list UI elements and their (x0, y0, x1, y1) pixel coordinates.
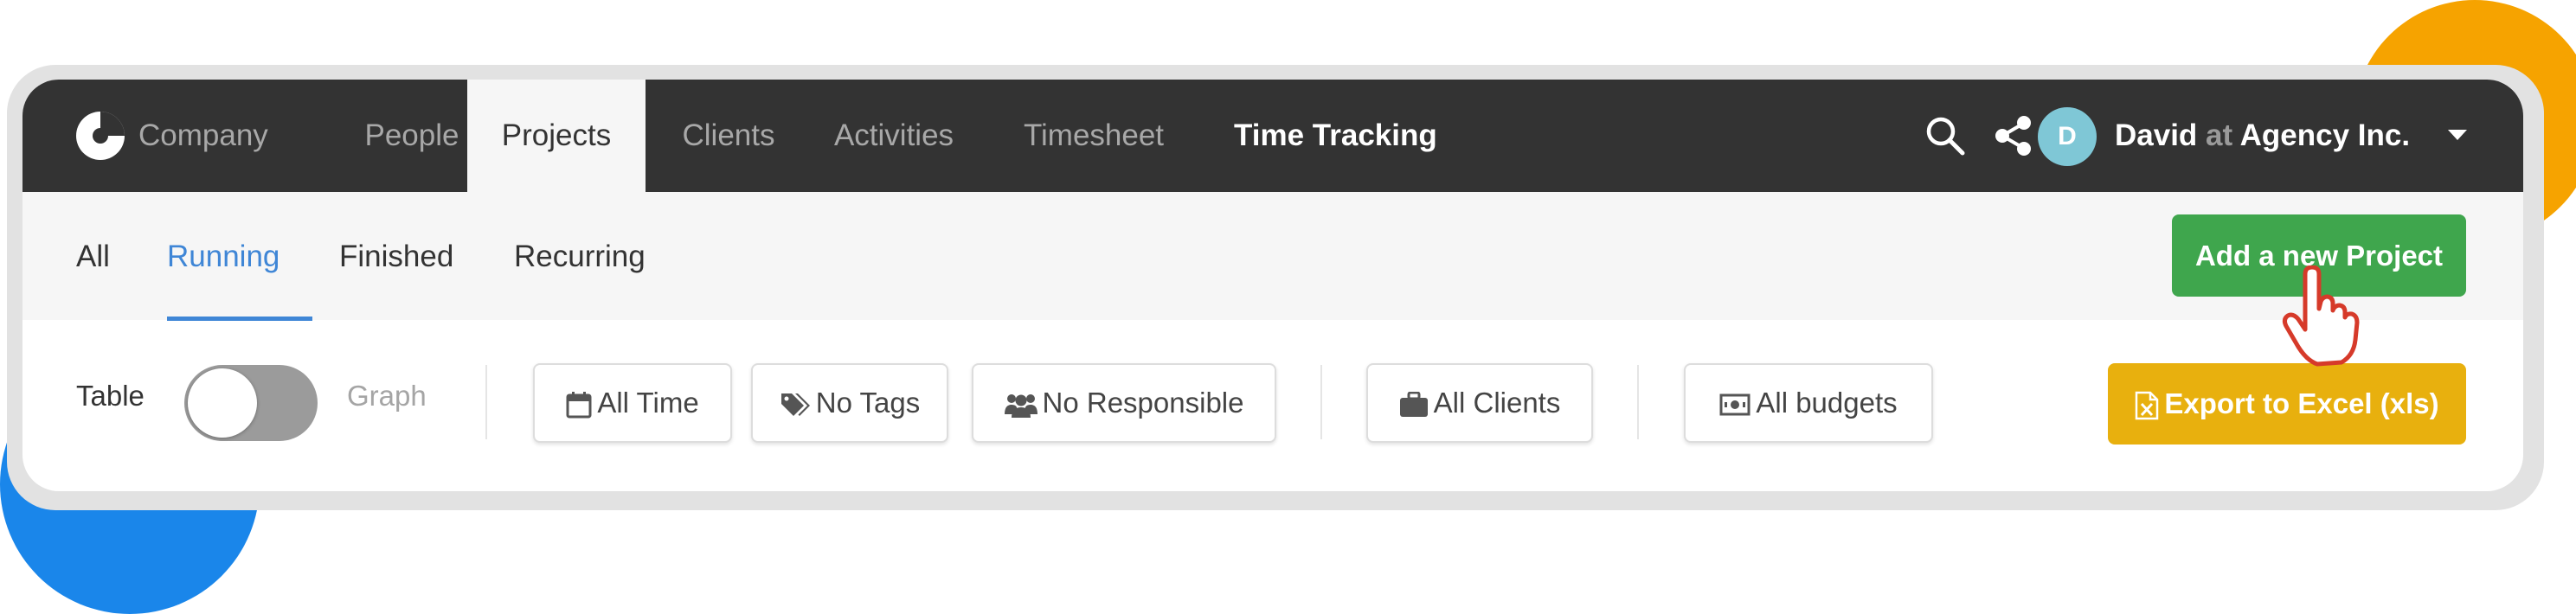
tab-running[interactable]: Running (167, 192, 279, 320)
nav-item-people[interactable]: People (339, 80, 485, 192)
user-name: David (2115, 118, 2198, 152)
toggle-knob[interactable] (188, 368, 257, 438)
share-icon[interactable] (1992, 114, 2035, 157)
filter-time-button[interactable]: All Time (533, 363, 732, 443)
filter-responsible-button[interactable]: No Responsible (972, 363, 1276, 443)
calendar-icon (566, 392, 592, 419)
avatar[interactable]: D (2038, 107, 2097, 166)
view-toggle-table-label[interactable]: Table (76, 320, 145, 472)
briefcase-icon (1399, 392, 1428, 418)
user-menu[interactable]: David at Agency Inc. (2115, 80, 2410, 192)
user-at: at (2206, 118, 2233, 152)
top-navbar: Company People Projects Clients Activiti… (22, 80, 2523, 192)
filter-budgets-label: All budgets (1756, 387, 1898, 419)
tab-recurring[interactable]: Recurring (514, 192, 646, 320)
users-icon (1004, 394, 1037, 419)
nav-item-time-tracking[interactable]: Time Tracking (1234, 80, 1494, 192)
nav-item-projects[interactable]: Projects (467, 80, 646, 192)
nav-item-timesheet[interactable]: Timesheet (999, 80, 1189, 192)
export-excel-button[interactable]: Export to Excel (xls) (2108, 363, 2466, 445)
project-status-tabs: All Running Finished Recurring (22, 192, 2523, 321)
nav-item-clients[interactable]: Clients (668, 80, 789, 192)
app-window: Company People Projects Clients Activiti… (22, 80, 2523, 491)
filter-tags-button[interactable]: No Tags (751, 363, 948, 443)
nav-item-company[interactable]: Company (138, 80, 312, 192)
user-company: Agency Inc. (2239, 118, 2411, 152)
nav-item-activities[interactable]: Activities (812, 80, 976, 192)
filter-budgets-button[interactable]: All budgets (1684, 363, 1933, 443)
filter-clients-label: All Clients (1433, 387, 1561, 419)
view-toggle[interactable] (184, 365, 318, 441)
filter-clients-button[interactable]: All Clients (1366, 363, 1593, 443)
search-icon[interactable] (1924, 114, 1967, 157)
divider (1320, 365, 1322, 439)
divider (1637, 365, 1639, 439)
view-toggle-graph-label[interactable]: Graph (347, 320, 427, 472)
export-excel-label: Export to Excel (xls) (2164, 387, 2439, 419)
divider (485, 365, 487, 439)
excel-file-icon (2136, 392, 2159, 420)
filter-tags-label: No Tags (815, 387, 921, 419)
tags-icon (781, 393, 810, 417)
tab-finished[interactable]: Finished (339, 192, 453, 320)
company-logo-icon[interactable] (74, 110, 126, 162)
active-tab-indicator (167, 317, 312, 321)
money-icon (1719, 393, 1751, 416)
filter-responsible-label: No Responsible (1042, 387, 1244, 419)
hand-pointer-icon (2282, 265, 2360, 367)
filter-time-label: All Time (597, 387, 699, 419)
caret-down-icon[interactable] (2448, 130, 2467, 140)
tab-all[interactable]: All (76, 192, 110, 320)
